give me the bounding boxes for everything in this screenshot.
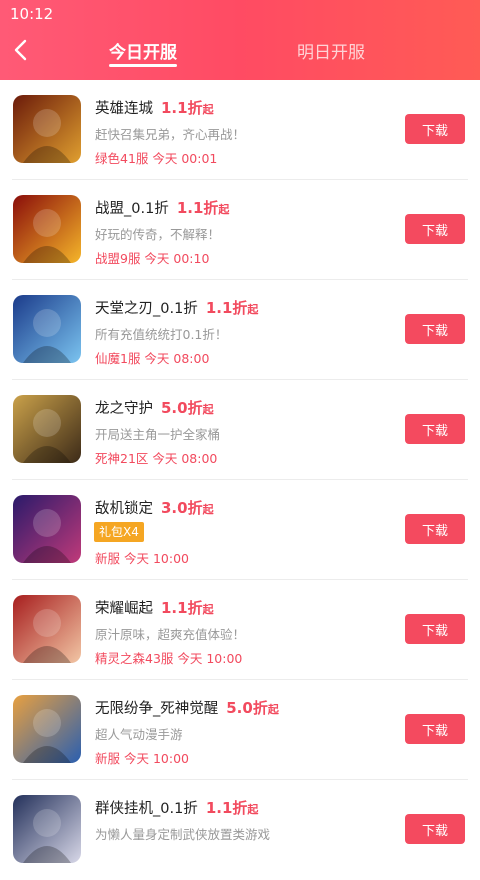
game-title-line: 无限纷争_死神觉醒 5.0折起 [95,697,279,718]
game-name: 英雄连城 [95,101,153,117]
discount-suffix: 起 [267,703,279,716]
discount-suffix: 起 [202,403,214,416]
discount-label: 1.1折 [161,99,203,117]
game-name: 战盟_0.1折 [95,201,169,217]
discount-label: 1.1折 [205,299,248,317]
game-title-line: 龙之守护 5.0折起 [95,397,214,418]
discount-label: 5.0折 [226,699,268,717]
game-description: 开局送主角一护全家桶 [95,427,221,442]
download-button[interactable]: 下载 [405,714,465,744]
game-name: 群侠挂机_0.1折 [95,801,198,817]
gift-badge: 礼包X4 [94,522,144,542]
discount-label: 5.0折 [161,399,203,417]
game-row[interactable]: 荣耀崛起 1.1折起原汁原味，超爽充值体验！ 精灵之森43服 今天 10:00 下载 [0,580,480,680]
mech-robot-game-icon[interactable] [13,495,81,563]
discount-suffix: 起 [202,503,214,516]
game-description: 好玩的传奇，不解释！ [95,227,221,242]
game-row[interactable]: 无限纷争_死神觉醒 5.0折起超人气动漫手游 新服 今天 10:00 下载 [0,680,480,780]
server-open-time: 精灵之森43服 今天 10:00 [95,651,243,666]
battle-alliance-game-icon[interactable] [13,195,81,263]
red-warrior-game-icon[interactable] [13,95,81,163]
discount-label: 1.1折 [176,199,219,217]
game-description: 为懒人量身定制武侠放置类游戏 [95,827,271,842]
game-name: 荣耀崛起 [95,601,153,617]
red-hair-girl-game-icon[interactable] [13,595,81,663]
game-title-line: 战盟_0.1折 1.1折起 [95,197,229,218]
game-row[interactable]: 战盟_0.1折 1.1折起好玩的传奇，不解释！ 战盟9服 今天 00:10 下载 [0,180,480,280]
discount-label: 1.1折 [205,799,248,817]
game-list: 英雄连城 1.1折起 赶快召集兄弟，齐心再战！ 绿色41服 今天 00:01 下载 战盟_… [0,80,480,880]
tab-today[interactable]: 今日开服 [109,38,177,63]
wolf-knight-game-icon[interactable] [13,295,81,363]
game-name: 天堂之刃_0.1折 [95,301,198,317]
game-row[interactable]: 英雄连城 1.1折起赶快召集兄弟，齐心再战！ 绿色41服 今天 00:01 下载 [0,80,480,180]
server-open-time: 新服 今天 10:00 [95,751,189,766]
discount-suffix: 起 [247,803,259,816]
game-title-line: 群侠挂机_0.1折 1.1折起 [95,797,258,818]
download-button[interactable]: 下载 [405,414,465,444]
game-name: 敌机锁定 [95,501,153,517]
download-button[interactable]: 下载 [405,514,465,544]
tab-tomorrow[interactable]: 明日开服 [297,38,365,63]
discount-suffix: 起 [247,303,259,316]
game-title-line: 敌机锁定 3.0折起 [95,497,214,518]
game-description: 超人气动漫手游 [95,727,183,742]
active-tab-indicator [109,64,177,67]
discount-suffix: 起 [202,603,214,616]
game-title-line: 荣耀崛起 1.1折起 [95,597,214,618]
game-name: 龙之守护 [95,401,153,417]
anime-hero-game-icon[interactable] [13,395,81,463]
app-header: 10:12 今日开服 明日开服 [0,0,480,80]
discount-label: 1.1折 [161,599,203,617]
game-description: 所有充值统统打0.1折！ [95,327,228,342]
game-row[interactable]: 龙之守护 5.0折起开局送主角一护全家桶 死神21区 今天 08:00 下载 [0,380,480,480]
server-open-time: 战盟9服 今天 00:10 [95,251,210,266]
game-description: 原汁原味，超爽充值体验！ [95,627,246,642]
download-button[interactable]: 下载 [405,214,465,244]
game-row[interactable]: 群侠挂机_0.1折 1.1折起为懒人量身定制武侠放置类游戏 下载 [0,780,480,880]
download-button[interactable]: 下载 [405,114,465,144]
download-button[interactable]: 下载 [405,814,465,844]
masked-hero-game-icon[interactable] [13,695,81,763]
game-name: 无限纷争_死神觉醒 [95,701,219,717]
server-open-time: 仙魔1服 今天 08:00 [95,351,210,366]
game-title-line: 天堂之刃_0.1折 1.1折起 [95,297,258,318]
back-arrow-icon[interactable] [10,38,34,62]
server-open-time: 死神21区 今天 08:00 [95,451,218,466]
server-open-time: 绿色41服 今天 00:01 [95,151,218,166]
discount-label: 3.0折 [161,499,203,517]
game-title-line: 英雄连城 1.1折起 [95,97,214,118]
download-button[interactable]: 下载 [405,614,465,644]
game-row[interactable]: 敌机锁定 3.0折起礼包X4 新服 今天 10:00 下载 [0,480,480,580]
download-button[interactable]: 下载 [405,314,465,344]
game-row[interactable]: 天堂之刃_0.1折 1.1折起所有充值统统打0.1折！ 仙魔1服 今天 08:00 下… [0,280,480,380]
server-open-time: 新服 今天 10:00 [95,551,189,566]
status-time: 10:12 [10,5,54,23]
discount-suffix: 起 [218,203,230,216]
discount-suffix: 起 [202,103,214,116]
game-description: 赶快召集兄弟，齐心再战！ [95,127,246,142]
